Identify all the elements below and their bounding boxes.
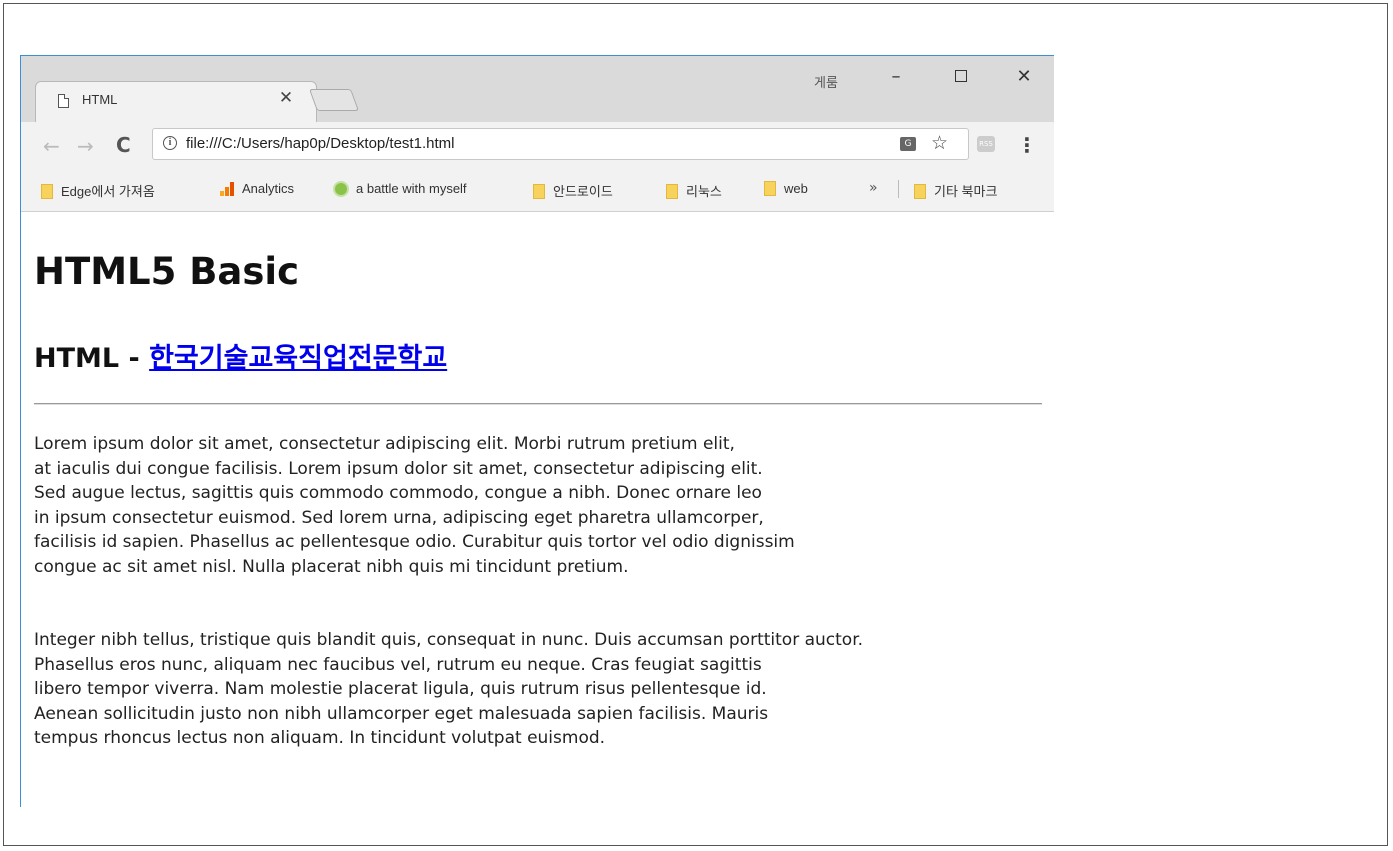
bookmark-other[interactable]: 기타 북마크	[914, 181, 997, 200]
profile-name[interactable]: 게룸	[814, 72, 838, 91]
analytics-icon	[220, 182, 234, 196]
url-text[interactable]: file:///C:/Users/hap0p/Desktop/test1.htm…	[186, 135, 454, 152]
close-window-button[interactable]: ✕	[1009, 66, 1039, 87]
globe-icon	[333, 181, 349, 197]
paragraph-line: Phasellus eros nunc, aliquam nec faucibu…	[34, 654, 762, 675]
paragraph-line: Aenean sollicitudin justo non nibh ullam…	[34, 703, 769, 724]
bookmark-battle[interactable]: a battle with myself	[333, 181, 467, 197]
bookmark-label: 리눅스	[686, 184, 722, 199]
paragraph-line: facilisis id sapien. Phasellus ac pellen…	[34, 532, 795, 552]
folder-icon	[914, 184, 926, 199]
back-button[interactable]: ←	[43, 134, 60, 158]
horizontal-rule	[34, 403, 1042, 405]
bookmark-linux[interactable]: 리눅스	[666, 181, 722, 200]
tab-html[interactable]: HTML ✕	[35, 81, 317, 123]
paragraph-line: tempus rhoncus lectus non aliquam. In ti…	[34, 728, 606, 748]
bookmark-label: Analytics	[242, 181, 295, 196]
forward-button[interactable]: →	[77, 134, 94, 158]
bookmark-label: a battle with myself	[356, 181, 467, 196]
paragraph-line: Sed augue lectus, sagittis quis commodo …	[34, 483, 762, 503]
folder-icon	[41, 184, 53, 199]
toolbar: ← → C i file:///C:/Users/hap0p/Desktop/t…	[21, 122, 1054, 168]
bookmark-edge[interactable]: Edge에서 가져옴	[41, 181, 155, 200]
paragraph-1: Lorem ipsum dolor sit amet, consectetur …	[34, 432, 1034, 579]
school-link[interactable]: 한국기술교육직업전문학교	[149, 343, 447, 374]
reload-button[interactable]: C	[116, 133, 131, 157]
page-title: HTML5 Basic	[34, 250, 300, 293]
minimize-button[interactable]: –	[881, 66, 911, 87]
bookmark-android[interactable]: 안드로이드	[533, 181, 613, 200]
maximize-icon	[955, 70, 967, 82]
bookmark-label: 기타 북마크	[934, 184, 998, 199]
bookmark-star-icon[interactable]: ☆	[931, 132, 948, 154]
translate-icon[interactable]: G	[900, 137, 916, 151]
menu-icon[interactable]: ⋮	[1017, 133, 1037, 157]
bookmarks-divider	[898, 180, 899, 198]
folder-icon	[533, 184, 545, 199]
paragraph-line: in ipsum consectetur euismod. Sed lorem …	[34, 507, 764, 528]
bookmark-analytics[interactable]: Analytics	[220, 181, 294, 196]
browser-window: HTML ✕ 게룸 – ✕ ← → C i file:///C:/Users/h…	[20, 55, 1054, 807]
subtitle-prefix: HTML -	[34, 343, 150, 374]
paragraph-line: Integer nibh tellus, tristique quis blan…	[34, 630, 864, 650]
paragraph-2: Integer nibh tellus, tristique quis blan…	[34, 628, 1034, 751]
extension-icon[interactable]: RSS	[977, 136, 995, 152]
info-icon[interactable]: i	[163, 136, 177, 150]
paragraph-line: Lorem ipsum dolor sit amet, consectetur …	[34, 434, 735, 454]
bookmark-label: Edge에서 가져옴	[61, 184, 155, 199]
folder-icon	[764, 181, 776, 196]
tab-close-icon[interactable]: ✕	[276, 88, 296, 108]
maximize-button[interactable]	[946, 66, 976, 87]
bookmark-label: web	[784, 181, 808, 196]
bookmark-label: 안드로이드	[553, 184, 613, 199]
paragraph-line: libero tempor viverra. Nam molestie plac…	[34, 679, 767, 699]
paragraph-line: congue ac sit amet nisl. Nulla placerat …	[34, 556, 629, 577]
page-icon	[58, 94, 69, 108]
page-subtitle: HTML - 한국기술교육직업전문학교	[34, 336, 447, 375]
new-tab-button[interactable]	[308, 89, 360, 111]
folder-icon	[666, 184, 678, 199]
title-bar: HTML ✕ 게룸 – ✕	[21, 56, 1054, 123]
bookmarks-more-icon[interactable]: »	[869, 180, 878, 196]
address-bar[interactable]: i file:///C:/Users/hap0p/Desktop/test1.h…	[152, 128, 969, 160]
paragraph-line: at iaculis dui congue facilisis. Lorem i…	[34, 458, 763, 479]
tab-title: HTML	[82, 92, 118, 107]
bookmarks-bar: Edge에서 가져옴 Analytics a battle with mysel…	[21, 168, 1054, 212]
bookmark-web[interactable]: web	[764, 181, 808, 196]
